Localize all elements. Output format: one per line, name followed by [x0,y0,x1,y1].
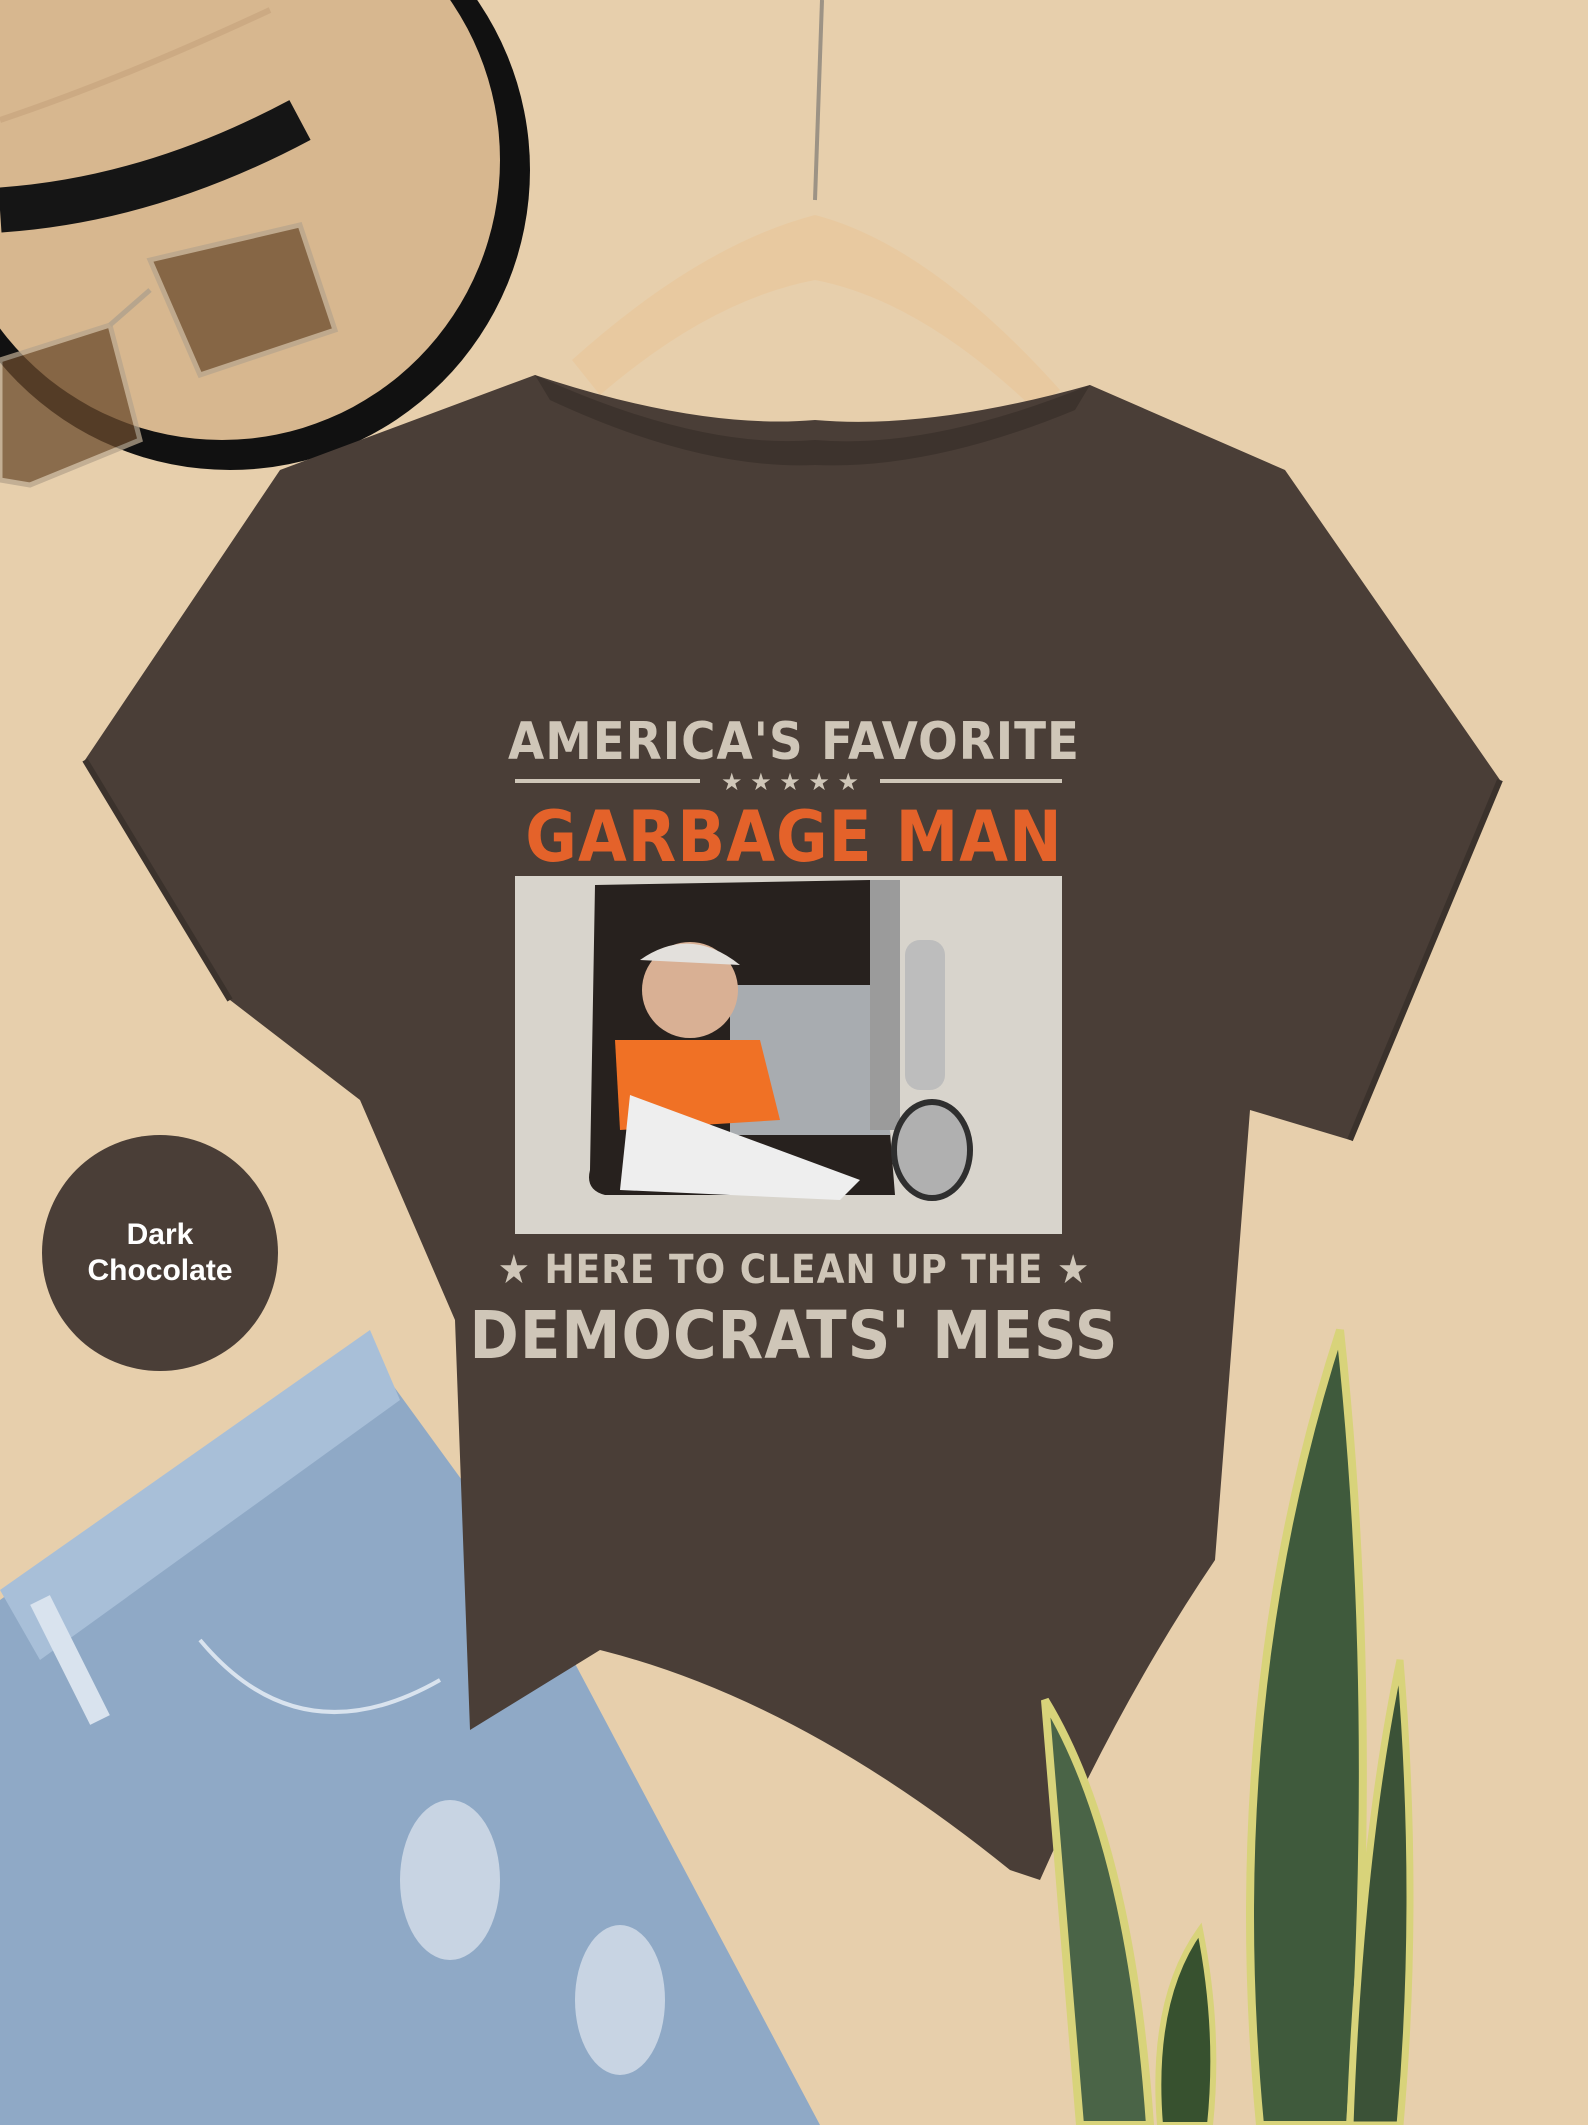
print-headline-main: GARBAGE MAN [525,796,1063,878]
color-swatch-line1: Dark [126,1218,194,1251]
color-swatch-line2: Chocolate [87,1254,233,1287]
print-headline-top: AMERICA'S FAVORITE [507,712,1081,772]
shirt-print: AMERICA'S FAVORITE GARBAGE MAN ★ HERE TO… [0,0,1588,2125]
color-swatch: Dark Chocolate [42,1135,278,1371]
